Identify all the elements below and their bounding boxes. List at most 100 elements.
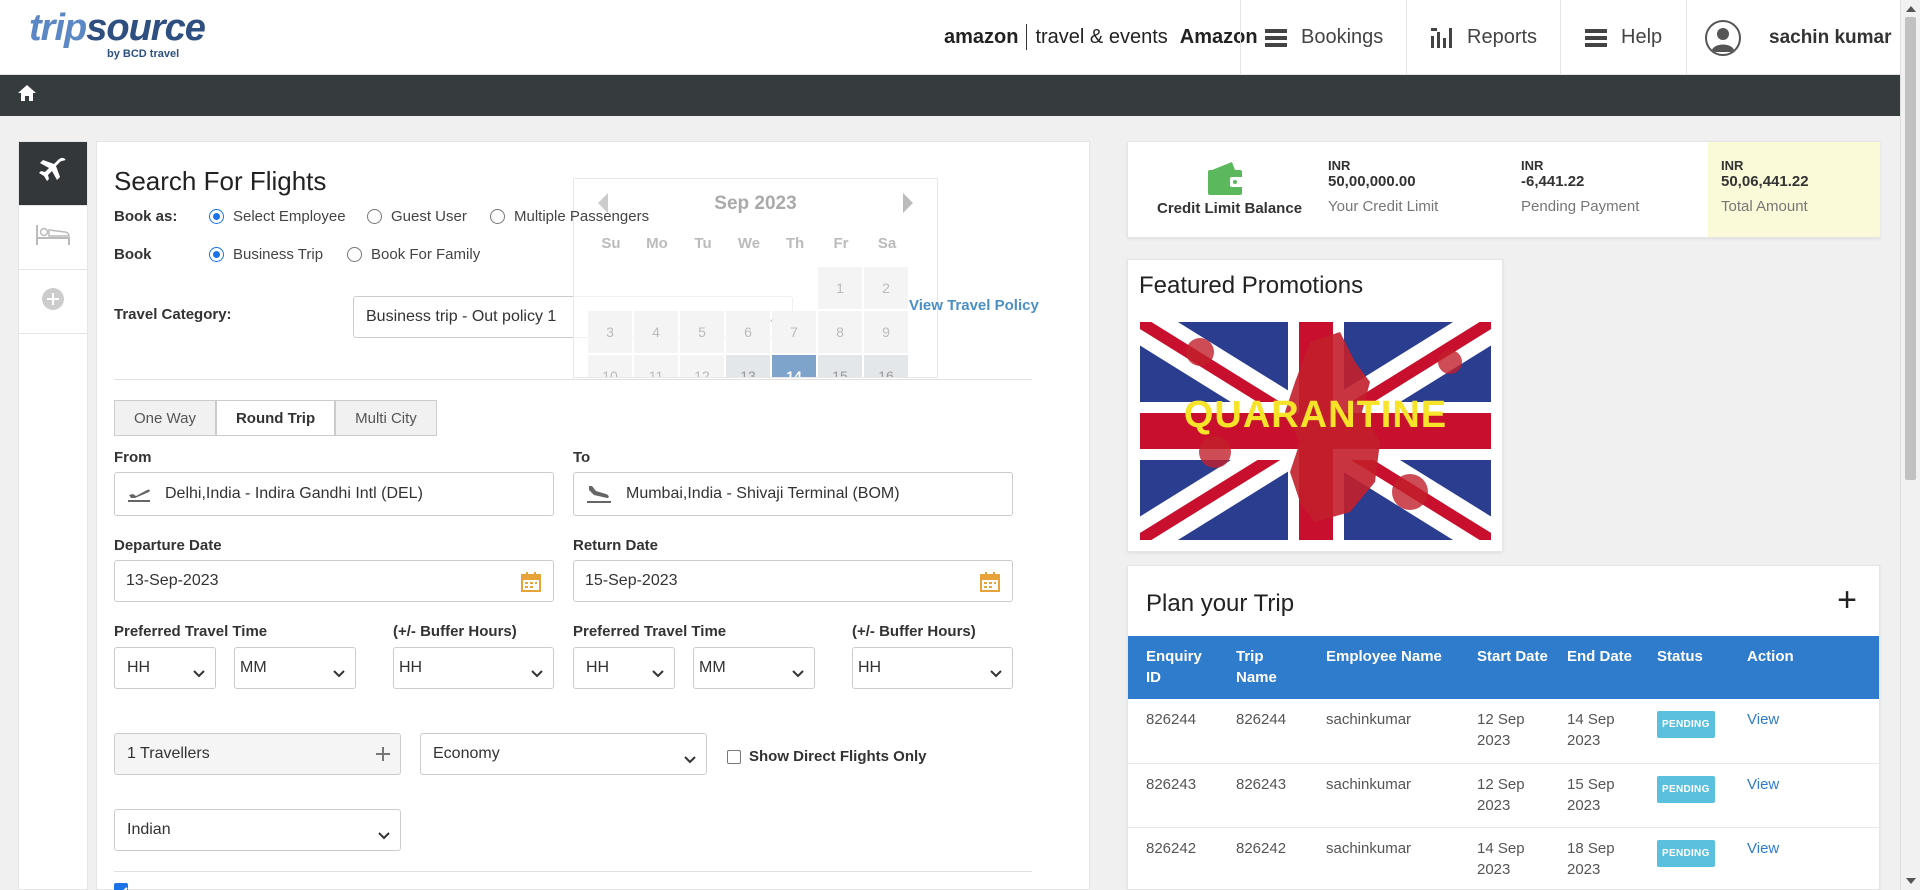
chevron-down-icon [792,665,804,683]
weekday: We [737,235,761,252]
departure-date-value: 13-Sep-2023 [126,572,219,589]
cabin-class-select[interactable]: Economy [420,733,707,775]
tab-one-way[interactable]: One Way [114,400,216,436]
from-input[interactable]: Delhi,India - Indira Gandhi Intl (DEL) [114,472,554,516]
currency: INR [1521,158,1544,173]
travellers-value: 1 Travellers [127,745,210,762]
radio-button[interactable] [209,247,224,262]
divider [114,871,1032,872]
departure-date-input[interactable]: 13-Sep-2023 [114,560,554,602]
calendar-icon[interactable] [521,572,541,597]
travel-events-label: travel & events [1035,25,1168,48]
rail-hotels[interactable] [19,206,87,270]
radio-business-trip[interactable]: Business Trip [209,246,323,263]
calendar-day[interactable]: 8 [818,311,862,353]
trip-type-tabs: One Way Round Trip Multi City [114,400,437,436]
tripsource-logo[interactable]: tripsource by BCD travel [29,8,206,60]
promotions-title: Featured Promotions [1139,272,1364,299]
checkbox[interactable] [727,749,741,764]
radio-multiple-passengers[interactable]: Multiple Passengers [490,208,649,225]
calendar-next-icon[interactable] [903,193,913,213]
end-date: 14 Sep 2023 [1549,699,1639,764]
scroll-up-arrow-icon[interactable] [1906,6,1916,12]
scroll-down-arrow-icon[interactable] [1906,878,1916,884]
view-link[interactable]: View [1747,776,1779,793]
return-date-input[interactable]: 15-Sep-2023 [573,560,1013,602]
return-hour-select[interactable]: HH [573,647,675,689]
column-header: End Date [1549,636,1639,699]
home-icon[interactable] [18,85,36,106]
tab-round-trip[interactable]: Round Trip [215,400,336,436]
radio-button[interactable] [209,209,224,224]
radio-guest-user[interactable]: Guest User [367,208,467,225]
calendar-day[interactable]: 11 [634,355,678,377]
nationality-select[interactable]: Indian [114,809,401,851]
calendar-day[interactable]: 3 [588,311,632,353]
page-scrollbar[interactable] [1900,0,1920,890]
depart-buffer-select[interactable]: HH [393,647,554,689]
return-date-value: 15-Sep-2023 [585,572,678,589]
view-travel-policy-link[interactable]: View Travel Policy [909,297,1039,314]
calendar-day[interactable]: 13 [726,355,770,377]
radio-select-employee[interactable]: Select Employee [209,208,346,225]
credit-limit-card: Credit Limit Balance INR 50,00,000.00 Yo… [1127,141,1880,238]
chevron-down-icon [531,665,543,683]
promotion-image[interactable]: QUARANTINE [1140,322,1491,540]
nav-bookings[interactable]: Bookings [1240,0,1406,75]
calendar-day[interactable]: 5 [680,311,724,353]
view-link[interactable]: View [1747,840,1779,857]
policy-checkbox[interactable] [114,883,136,890]
view-link[interactable]: View [1747,711,1779,728]
calendar-day[interactable]: 9 [864,311,908,353]
column-header: Employee Name [1308,636,1459,699]
nav-reports[interactable]: Reports [1406,0,1560,75]
calendar-icon[interactable] [980,572,1000,597]
calendar-day[interactable]: 1 [818,267,862,309]
calendar-day[interactable]: 10 [588,355,632,377]
nav-help[interactable]: Help [1560,0,1686,75]
calendar-empty-cell [588,267,632,309]
to-input[interactable]: Mumbai,India - Shivaji Terminal (BOM) [573,472,1013,516]
direct-flights-checkbox[interactable]: Show Direct Flights Only [727,748,927,765]
calendar-day[interactable]: 14 [772,355,816,377]
calendar-weekdays: Su Mo Tu We Th Fr Sa [588,235,910,252]
tab-multi-city[interactable]: Multi City [335,400,437,436]
calendar-day[interactable]: 15 [818,355,862,377]
rail-add-service[interactable] [19,270,87,334]
menu-icon [1585,28,1607,47]
radio-button[interactable] [347,247,362,262]
return-buffer-select[interactable]: HH [852,647,1013,689]
enquiry-id: 826244 [1128,699,1218,764]
user-name: sachin kumar [1769,26,1892,48]
calendar-day[interactable]: 16 [864,355,908,377]
calendar-day[interactable]: 4 [634,311,678,353]
travellers-selector[interactable]: 1 Travellers [114,733,401,775]
nav-help-label: Help [1621,26,1663,48]
radio-label: Select Employee [233,208,346,225]
rail-flights[interactable] [19,142,87,206]
plus-icon[interactable] [376,747,390,766]
add-trip-button[interactable]: + [1837,580,1857,620]
total-amount: 50,06,441.22 [1721,173,1809,190]
calendar-day[interactable]: 6 [726,311,770,353]
trip-requests-table: Enquiry ID Trip Name Employee Name Start… [1128,636,1879,890]
trip-name: 826242 [1218,827,1308,890]
bed-icon [35,223,71,252]
status-cell: PENDING [1639,763,1729,828]
user-menu[interactable]: sachin kumar [1686,0,1900,75]
table-row: 826242 826242 sachinkumar 14 Sep 2023 18… [1128,827,1879,890]
calendar-day[interactable]: 7 [772,311,816,353]
radio-book-for-family[interactable]: Book For Family [347,246,480,263]
weekday: Mo [646,235,668,252]
radio-button[interactable] [490,209,505,224]
calendar-day[interactable]: 12 [680,355,724,377]
calendar-day[interactable]: 2 [864,267,908,309]
checkbox[interactable] [114,883,128,890]
return-minute-select[interactable]: MM [693,647,815,689]
scroll-thumb[interactable] [1905,17,1916,480]
depart-hour-select[interactable]: HH [114,647,216,689]
start-date: 14 Sep 2023 [1459,827,1549,890]
depart-minute-select[interactable]: MM [234,647,356,689]
radio-button[interactable] [367,209,382,224]
total-amount-col: INR 50,06,441.22 Total Amount [1721,158,1809,215]
